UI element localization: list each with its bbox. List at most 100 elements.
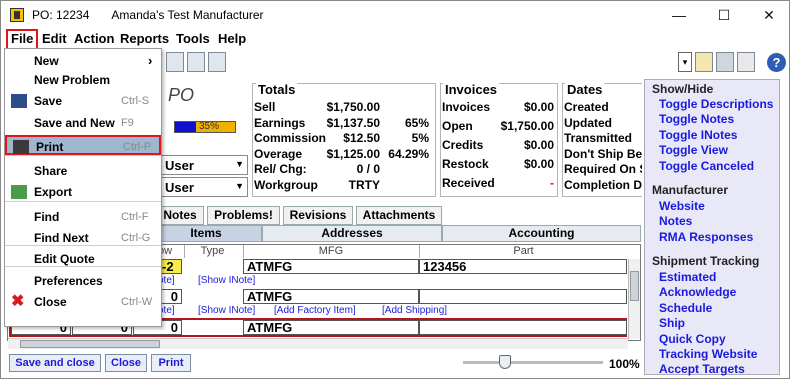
menu-item-find[interactable]: Find Ctrl-F bbox=[5, 207, 161, 227]
totals-percent: 5% bbox=[411, 131, 429, 145]
tab-addresses[interactable]: Addresses bbox=[262, 225, 442, 242]
row-1-mfg[interactable]: ATMFG bbox=[243, 259, 419, 274]
row-2-mfg[interactable]: ATMFG bbox=[243, 289, 419, 304]
panel-link-toggle-inotes[interactable]: Toggle INotes bbox=[659, 128, 737, 142]
menu-item-new[interactable]: New › bbox=[5, 51, 161, 71]
zoom-slider[interactable] bbox=[463, 355, 603, 369]
menu-item-export[interactable]: Export bbox=[5, 182, 161, 202]
phone-icon[interactable] bbox=[716, 52, 734, 72]
panel-link-rma-responses[interactable]: RMA Responses bbox=[659, 230, 753, 244]
user-select-2-value: User bbox=[165, 180, 194, 195]
vertical-scrollbar[interactable] bbox=[628, 259, 640, 339]
menu-item-print[interactable]: Print Ctrl-P bbox=[5, 135, 161, 155]
app-icon bbox=[10, 8, 24, 22]
add-shipping-link[interactable]: [Add Shipping] bbox=[382, 305, 447, 316]
menu-item-shortcut: Ctrl-S bbox=[121, 95, 150, 107]
panel-link-schedule[interactable]: Schedule bbox=[659, 301, 712, 315]
col-header-part: Part bbox=[419, 245, 627, 258]
document-icon[interactable] bbox=[166, 52, 184, 72]
row-1-show-inote-link[interactable]: [Show INote] bbox=[198, 275, 255, 286]
panel-link-toggle-notes[interactable]: Toggle Notes bbox=[659, 112, 734, 126]
document-list-icon[interactable] bbox=[187, 52, 205, 72]
dates-label: Don't Ship Befo bbox=[564, 146, 642, 161]
totals-value: $1,125.00 bbox=[326, 146, 380, 161]
menu-item-label: New bbox=[34, 54, 59, 68]
totals-percent: 64.29% bbox=[388, 146, 429, 161]
panel-link-acknowledge[interactable]: Acknowledge bbox=[659, 285, 736, 299]
notepad-icon[interactable] bbox=[737, 52, 755, 72]
menu-item-new-problem[interactable]: New Problem bbox=[5, 70, 161, 90]
menu-reports[interactable]: Reports bbox=[118, 30, 171, 47]
dates-label: Updated bbox=[564, 115, 612, 130]
menu-item-save[interactable]: Save Ctrl-S bbox=[5, 91, 161, 111]
panel-link-ship[interactable]: Ship bbox=[659, 316, 685, 330]
tab-attachments[interactable]: Attachments bbox=[356, 206, 442, 225]
title-company: Amanda's Test Manufacturer bbox=[111, 8, 264, 22]
chevron-down-icon: ▼ bbox=[235, 181, 244, 191]
panel-link-toggle-canceled[interactable]: Toggle Canceled bbox=[659, 159, 754, 173]
hscroll-thumb[interactable] bbox=[20, 340, 160, 348]
zoom-slider-thumb[interactable] bbox=[499, 355, 511, 369]
row-3-mfg[interactable]: ATMFG bbox=[243, 320, 419, 335]
save-and-close-button[interactable]: Save and close bbox=[9, 354, 101, 372]
file-menu-dropdown: New › New Problem Save Ctrl-S Save and New F9 P… bbox=[4, 48, 162, 327]
scroll-thumb[interactable] bbox=[630, 271, 639, 301]
horizontal-scrollbar[interactable] bbox=[8, 338, 628, 349]
row-3-part[interactable] bbox=[419, 320, 627, 335]
tab-notes[interactable]: Notes bbox=[156, 206, 204, 225]
maximize-button[interactable]: ☐ bbox=[709, 6, 739, 24]
dates-label: Completion Da bbox=[564, 177, 642, 192]
invoices-value: $1,750.00 bbox=[500, 119, 554, 133]
user-select-2[interactable]: User ▼ bbox=[160, 177, 248, 197]
add-factory-item-link[interactable]: [Add Factory Item] bbox=[274, 305, 356, 316]
dates-label: Transmitted bbox=[564, 131, 633, 145]
document-page-icon[interactable] bbox=[208, 52, 226, 72]
print-icon bbox=[13, 140, 29, 154]
panel-link-website[interactable]: Website bbox=[659, 199, 705, 213]
menu-item-save-and-new[interactable]: Save and New F9 bbox=[5, 113, 161, 133]
tab-revisions[interactable]: Revisions bbox=[283, 206, 353, 225]
col-header-type: Type bbox=[184, 245, 240, 258]
menu-item-share[interactable]: Share bbox=[5, 161, 161, 181]
panel-link-quick-copy[interactable]: Quick Copy bbox=[659, 332, 726, 346]
dropdown-arrow-icon[interactable]: ▾ bbox=[678, 52, 692, 72]
totals-value: $1,137.50 bbox=[326, 115, 380, 130]
panel-link-tracking-website[interactable]: Tracking Website bbox=[659, 347, 757, 361]
menu-item-shortcut: Ctrl-F bbox=[121, 211, 149, 223]
invoices-label: Invoices bbox=[442, 100, 491, 114]
panel-link-toggle-view[interactable]: Toggle View bbox=[659, 143, 728, 157]
clipboard-icon[interactable] bbox=[695, 52, 713, 72]
row-2-show-inote-link[interactable]: [Show INote] bbox=[198, 305, 255, 316]
panel-link-estimated[interactable]: Estimated bbox=[659, 270, 716, 284]
print-button[interactable]: Print bbox=[151, 354, 191, 372]
close-window-button[interactable]: ✕ bbox=[754, 6, 784, 24]
row-1-part[interactable]: 123456 bbox=[419, 259, 627, 274]
menu-item-preferences[interactable]: Preferences bbox=[5, 271, 161, 291]
totals-value: TRTY bbox=[348, 177, 380, 192]
menu-help[interactable]: Help bbox=[216, 30, 248, 47]
user-select-1[interactable]: User ▼ bbox=[160, 155, 248, 175]
menu-item-close[interactable]: ✖ Close Ctrl-W bbox=[5, 292, 161, 312]
tab-accounting[interactable]: Accounting bbox=[442, 225, 641, 242]
panel-link-toggle-descriptions[interactable]: Toggle Descriptions bbox=[659, 97, 773, 111]
tab-problems[interactable]: Problems! bbox=[207, 206, 280, 225]
dates-label: Required On S bbox=[564, 162, 642, 176]
totals-label: Earnings bbox=[254, 115, 306, 130]
tab-items[interactable]: Items bbox=[150, 225, 262, 242]
minimize-button[interactable]: — bbox=[664, 6, 694, 24]
panel-link-notes[interactable]: Notes bbox=[659, 214, 692, 228]
totals-value: 0 / 0 bbox=[356, 162, 380, 176]
menu-edit[interactable]: Edit bbox=[40, 30, 69, 47]
menu-tools[interactable]: Tools bbox=[174, 30, 212, 47]
title-bar: PO: 12234 Amanda's Test Manufacturer — ☐… bbox=[2, 2, 789, 27]
menu-action[interactable]: Action bbox=[72, 30, 116, 47]
help-icon[interactable]: ? bbox=[767, 53, 786, 72]
menu-bar: File Edit Action Reports Tools Help bbox=[2, 27, 789, 50]
totals-label: Overage bbox=[254, 146, 303, 161]
menu-file[interactable]: File bbox=[6, 29, 39, 50]
menu-item-shortcut: F9 bbox=[121, 117, 134, 129]
row-2-part[interactable] bbox=[419, 289, 627, 304]
close-button[interactable]: Close bbox=[105, 354, 147, 372]
invoices-value: $0.00 bbox=[523, 100, 554, 114]
panel-link-accept-targets[interactable]: Accept Targets bbox=[659, 362, 745, 376]
